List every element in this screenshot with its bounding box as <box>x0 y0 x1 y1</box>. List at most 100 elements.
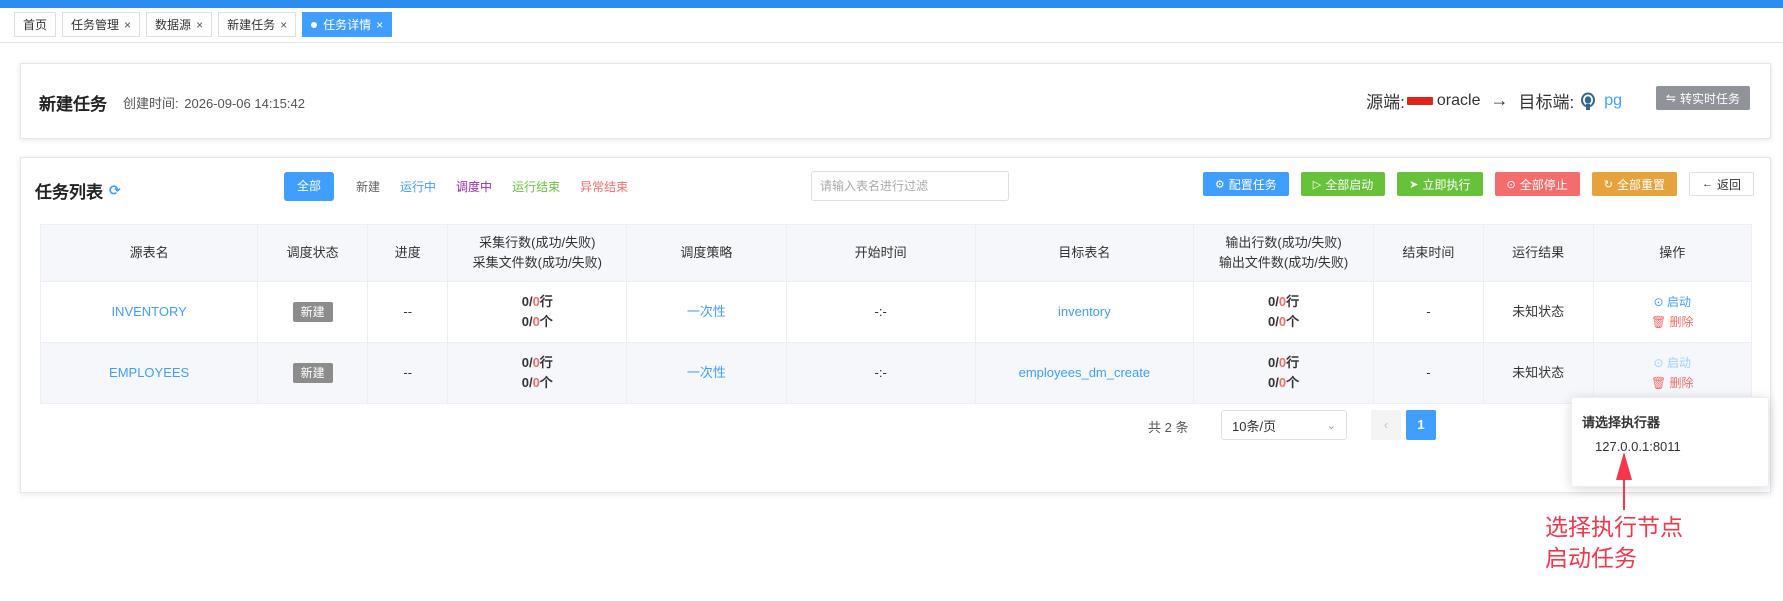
success-count: 0 <box>521 375 529 390</box>
pagination: 共 2 条 10条/页 ⌄ ‹ 1 <box>21 410 1770 440</box>
title-text: 任务列表 <box>35 183 103 202</box>
unit: 个 <box>1286 375 1300 390</box>
refresh-icon[interactable]: ⟳ <box>109 182 121 199</box>
reset-all-button[interactable]: ↻ 全部重置 <box>1591 172 1677 196</box>
action-label: 启动 <box>1666 295 1691 309</box>
tab-label: 首页 <box>23 18 48 32</box>
task-header-card: 新建任务 创建时间: 2026-09-06 14:15:42 源端: oracl… <box>20 63 1771 139</box>
cell-strategy: 一次性 <box>626 281 787 343</box>
button-label: 立即执行 <box>1422 177 1471 192</box>
table-filter-input[interactable] <box>811 171 1009 201</box>
source-name: oracle <box>1436 91 1481 109</box>
unit: 行 <box>539 294 553 309</box>
unit: 行 <box>539 355 553 370</box>
col-start-time: 开始时间 <box>785 224 976 282</box>
target-table-link[interactable]: inventory <box>1058 304 1111 319</box>
strategy-link[interactable]: 一次性 <box>687 304 726 319</box>
col-progress: 进度 <box>367 224 449 282</box>
play-circle-icon: ▷ <box>1312 178 1322 191</box>
source-table-link[interactable]: INVENTORY <box>111 304 186 319</box>
start-action[interactable]: ⊙ 启动 <box>1595 292 1750 312</box>
delete-action[interactable]: 🗑 删除 <box>1595 312 1750 332</box>
filter-all[interactable]: 全部 <box>284 172 335 201</box>
col-run-result: 运行结果 <box>1482 224 1594 282</box>
total-count: 共 2 条 <box>1148 420 1189 435</box>
button-label: 转实时任务 <box>1679 91 1740 106</box>
popover-title: 请选择执行器 <box>1582 415 1661 430</box>
fail-count: 0 <box>532 294 540 309</box>
page-title: 新建任务 <box>39 95 107 114</box>
cell-status: 新建 <box>257 342 369 404</box>
cell-status: 新建 <box>257 281 369 343</box>
back-button[interactable]: ← 返回 <box>1688 172 1754 196</box>
target-name[interactable]: pg <box>1604 92 1622 110</box>
tab-label: 新建任务 <box>227 18 276 32</box>
filter-running[interactable]: 运行中 <box>400 178 436 195</box>
source-label: 源端: <box>1366 93 1405 112</box>
fail-count: 0 <box>532 355 540 370</box>
col-output-counts: 输出行数(成功/失败) 输出文件数(成功/失败) <box>1193 224 1374 282</box>
page-number-button[interactable]: 1 <box>1406 410 1436 440</box>
convert-realtime-button[interactable]: ⇋ 转实时任务 <box>1655 86 1750 110</box>
annotation-line: 启动任务 <box>1545 545 1637 571</box>
table-row: INVENTORY 新建 -- 0/0行 0/0个 一次性 -:- invent… <box>39 281 1753 343</box>
start-action[interactable]: ⊙ 启动 <box>1595 353 1750 373</box>
oracle-logo-icon <box>1406 96 1433 105</box>
close-icon[interactable]: × <box>124 18 131 32</box>
created-time: 创建时间: 2026-09-06 14:15:42 <box>121 93 305 112</box>
fail-count: 0 <box>532 375 540 390</box>
filter-scheduling[interactable]: 调度中 <box>456 178 492 195</box>
close-icon[interactable]: × <box>376 18 383 32</box>
top-accent-bar <box>0 0 1783 8</box>
source-table-link[interactable]: EMPLOYEES <box>109 365 189 380</box>
task-table: 源表名 调度状态 进度 采集行数(成功/失败) 采集文件数(成功/失败) 调度策略… <box>39 224 1753 404</box>
cell-result: 未知状态 <box>1482 342 1594 404</box>
task-list-card: 任务列表 ⟳ 全部 新建 运行中 调度中 运行结束 异常结束 ⚙配置任务 ▷全部… <box>20 157 1771 493</box>
unit: 行 <box>1286 294 1300 309</box>
cell-result: 未知状态 <box>1482 281 1594 343</box>
filter-new[interactable]: 新建 <box>356 178 380 195</box>
page-size-value: 10条/页 <box>1232 418 1277 434</box>
close-icon[interactable]: × <box>280 18 287 32</box>
target-table-link[interactable]: employees_dm_create <box>1019 365 1151 380</box>
col-end-time: 结束时间 <box>1372 224 1484 282</box>
col-schedule-status: 调度状态 <box>257 224 369 282</box>
stop-all-button[interactable]: ⊙ 全部停止 <box>1494 172 1580 196</box>
page-size-select[interactable]: 10条/页 ⌄ <box>1221 410 1347 440</box>
created-label: 创建时间: <box>123 96 179 111</box>
unit: 行 <box>1286 355 1300 370</box>
tab-label: 数据源 <box>155 18 192 32</box>
tab-home[interactable]: 首页 <box>14 12 57 37</box>
table-row: EMPLOYEES 新建 -- 0/0行 0/0个 一次性 -:- employ… <box>39 342 1753 404</box>
play-circle-icon: ⊙ <box>1653 295 1664 309</box>
header-line: 采集文件数(成功/失败) <box>472 255 602 270</box>
tab-task-management[interactable]: 任务管理 × <box>62 12 141 37</box>
tab-task-detail[interactable]: 任务详情 × <box>302 12 393 37</box>
cell-collect-counts: 0/0行 0/0个 <box>447 281 628 343</box>
prev-page-button[interactable]: ‹ <box>1371 410 1401 440</box>
status-badge: 新建 <box>292 302 333 322</box>
arrow-left-icon: ← <box>1701 178 1713 190</box>
filter-finished[interactable]: 运行结束 <box>512 178 560 195</box>
start-all-button[interactable]: ▷ 全部启动 <box>1300 172 1386 196</box>
header-line: 输出行数(成功/失败) <box>1225 235 1342 250</box>
fail-count: 0 <box>1278 375 1287 390</box>
send-icon: ➤ <box>1409 178 1419 191</box>
run-now-button[interactable]: ➤ 立即执行 <box>1397 172 1483 196</box>
close-icon[interactable]: × <box>196 18 203 32</box>
cell-collect-counts: 0/0行 0/0个 <box>447 342 628 404</box>
task-list-title: 任务列表 ⟳ <box>35 178 121 203</box>
col-target-table: 目标表名 <box>974 224 1195 282</box>
tab-datasource[interactable]: 数据源 × <box>146 12 213 37</box>
executor-option[interactable]: 127.0.0.1:8011 <box>1595 439 1681 454</box>
filter-error[interactable]: 异常结束 <box>580 178 628 195</box>
tab-new-task[interactable]: 新建任务 × <box>218 12 297 37</box>
config-task-button[interactable]: ⚙ 配置任务 <box>1202 172 1289 196</box>
unit: 个 <box>539 375 553 390</box>
button-label: 全部重置 <box>1616 177 1665 192</box>
delete-action[interactable]: 🗑 删除 <box>1595 373 1750 393</box>
cell-output-counts: 0/0行 0/0个 <box>1193 342 1374 404</box>
cell-target-table: inventory <box>974 281 1195 343</box>
status-badge: 新建 <box>292 363 333 383</box>
strategy-link[interactable]: 一次性 <box>687 365 726 380</box>
